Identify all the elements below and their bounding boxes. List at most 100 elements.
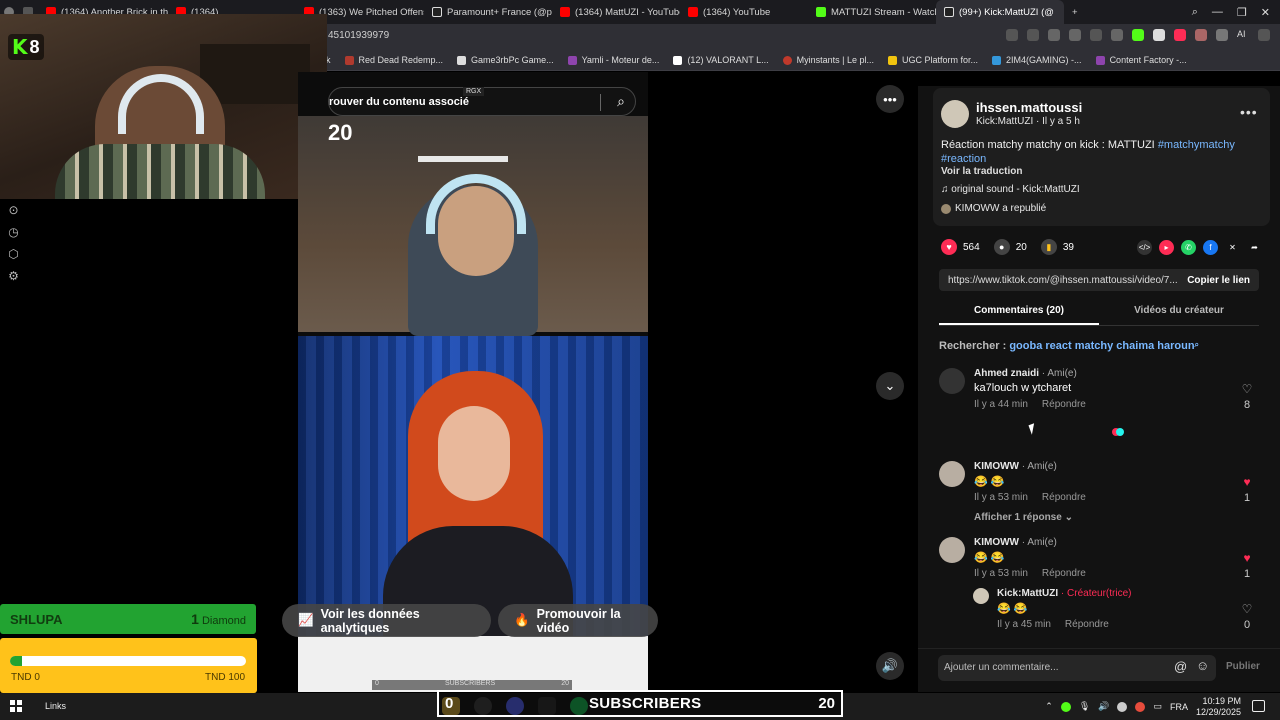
settings-icon[interactable]: ⚙ (7, 270, 20, 283)
ai-button[interactable]: AI (1237, 29, 1249, 41)
search-suggestion[interactable]: Rechercher : gooba react matchy chaima h… (939, 340, 1199, 352)
video-player[interactable]: 20 (298, 72, 648, 692)
new-tab-button[interactable]: + (1064, 0, 1084, 24)
commenter-name[interactable]: Kick:MattUZI · Créateur(trice) (997, 588, 1131, 599)
tab-7[interactable]: MATTUZI Stream - Watch (808, 0, 936, 24)
save-button[interactable]: ▮ 39 (1040, 239, 1074, 255)
url-text[interactable]: 45101939979 (328, 30, 389, 41)
commenter-name[interactable]: KIMOWW · Ami(e) (974, 461, 1057, 472)
play-circle-icon[interactable]: ⊙ (7, 204, 20, 217)
minimize-icon[interactable]: — (1212, 6, 1223, 18)
links-toolbar[interactable]: Links (45, 701, 66, 711)
mic-icon[interactable]: 🎙 (1079, 701, 1090, 712)
video-link[interactable]: https://www.tiktok.com/@ihssen.mattoussi… (948, 275, 1178, 286)
hashtag[interactable]: #matchymatchy (1158, 139, 1235, 151)
play-icon[interactable] (1090, 29, 1102, 41)
language-indicator[interactable]: FRA (1170, 702, 1188, 712)
related-search-text[interactable]: rouver du contenu associé (329, 96, 469, 108)
network-icon[interactable]: ▭ (1153, 701, 1162, 712)
whatsapp-icon[interactable]: ✆ (1181, 240, 1196, 255)
bookmark-item[interactable]: Content Factory -... (1095, 55, 1187, 65)
bookmark-item[interactable]: 2IM4(GAMING) -... (992, 55, 1082, 65)
promote-button[interactable]: 🔥 Promouvoir la vidéo (498, 604, 658, 637)
translate-icon[interactable] (1069, 29, 1081, 41)
close-icon[interactable]: ✕ (1261, 6, 1270, 19)
bookmark-item[interactable]: Myinstants | Le pl... (782, 55, 874, 65)
like-button[interactable]: ♥ 564 (941, 239, 980, 255)
commenter-avatar[interactable] (939, 368, 965, 394)
shield-icon[interactable] (1048, 29, 1060, 41)
comment-liked-icon[interactable]: ♥ (1239, 551, 1255, 565)
comment-like-icon[interactable]: ♡ (1239, 602, 1255, 616)
menu-icon[interactable] (1258, 29, 1270, 41)
copy-link-button[interactable]: Copier le lien (1187, 275, 1250, 286)
comment-button[interactable]: ● 20 (993, 239, 1027, 255)
bookmark-icon[interactable] (1006, 29, 1018, 41)
clock[interactable]: 10:19 PM 12/29/2025 (1196, 696, 1241, 718)
commenter-name[interactable]: Ahmed znaidi · Ami(e) (974, 368, 1077, 379)
volume-button[interactable]: 🔊 (876, 652, 904, 680)
search-icon[interactable]: ⌕ (1192, 6, 1198, 19)
download-icon[interactable] (1216, 29, 1228, 41)
author-username[interactable]: ihssen.mattoussi (976, 100, 1082, 115)
app-tray-icon[interactable] (1117, 701, 1128, 712)
sound-link[interactable]: ♫ original sound - Kick:MattUZI (941, 184, 1080, 195)
tab-5[interactable]: (1364) MattUZI - YouTube (552, 0, 680, 24)
extension-icon[interactable] (1153, 29, 1165, 41)
puzzle-icon[interactable]: ⬡ (7, 248, 20, 261)
author-avatar[interactable] (941, 100, 969, 128)
history-icon[interactable]: ◷ (7, 226, 20, 239)
heart-icon[interactable] (1111, 29, 1123, 41)
commenter-avatar[interactable] (939, 461, 965, 487)
emoji-icon[interactable]: ☺ (1196, 658, 1209, 673)
app-tray-icon[interactable] (1060, 701, 1071, 712)
mention-icon[interactable]: @ (1174, 659, 1187, 674)
maximize-icon[interactable]: ❐ (1237, 6, 1247, 19)
post-more-icon[interactable]: ••• (1240, 104, 1258, 120)
reply-button[interactable]: Répondre (1042, 492, 1086, 503)
tab-4[interactable]: Paramount+ France (@pa (424, 0, 552, 24)
facebook-icon[interactable]: f (1203, 240, 1218, 255)
commenter-avatar[interactable] (939, 537, 965, 563)
reply-button[interactable]: Répondre (1065, 619, 1109, 630)
profile-icon[interactable] (1195, 29, 1207, 41)
download-ext-icon[interactable] (1132, 29, 1144, 41)
goal-name: SHLUPA (10, 611, 63, 627)
screenshot-icon[interactable] (1027, 29, 1039, 41)
volume-icon[interactable]: 🔊 (1098, 701, 1109, 712)
commenter-name[interactable]: KIMOWW · Ami(e) (974, 537, 1057, 548)
recorder-icon[interactable] (1174, 29, 1186, 41)
bookmark-item[interactable]: Game3rbPc Game... (457, 55, 554, 65)
analytics-button[interactable]: 📈 Voir les données analytiques (282, 604, 491, 637)
bookmark-item[interactable]: Yamli - Moteur de... (567, 55, 659, 65)
app-tray-icon[interactable] (1135, 701, 1146, 712)
tab-creator-videos[interactable]: Vidéos du créateur (1099, 302, 1259, 325)
tab-active[interactable]: (99+) Kick:MattUZI (@✕ (936, 0, 1064, 24)
reply-button[interactable]: Répondre (1042, 568, 1086, 579)
drive-icon (992, 55, 1002, 65)
embed-icon[interactable]: </> (1137, 240, 1152, 255)
windows-start-icon[interactable] (10, 700, 22, 712)
translate-link[interactable]: Voir la traduction (941, 166, 1023, 177)
show-replies-button[interactable]: Afficher 1 réponse ⌄ (974, 512, 1073, 523)
chevron-up-icon[interactable]: ⌃ (1045, 701, 1053, 712)
next-video-button[interactable]: ⌄ (876, 372, 904, 400)
search-query[interactable]: gooba react matchy chaima haroun (1009, 340, 1194, 352)
commenter-avatar[interactable] (973, 588, 989, 604)
hashtag[interactable]: #reaction (941, 153, 986, 165)
comment-like-icon[interactable]: ♡ (1239, 382, 1255, 396)
bookmark-item[interactable]: (12) VALORANT L... (673, 55, 769, 65)
share-icon[interactable]: ➦ (1247, 240, 1262, 255)
bookmark-item[interactable]: UGC Platform for... (888, 55, 978, 65)
reply-button[interactable]: Répondre (1042, 399, 1086, 410)
search-icon[interactable]: ⌕ (617, 93, 625, 110)
bookmark-item[interactable]: Red Dead Redemp... (344, 55, 443, 65)
notification-icon[interactable] (1252, 700, 1265, 712)
publish-button[interactable]: Publier (1226, 661, 1260, 672)
send-icon[interactable]: ▸ (1159, 240, 1174, 255)
comment-liked-icon[interactable]: ♥ (1239, 475, 1255, 489)
more-options-button[interactable]: ••• (876, 85, 904, 113)
x-icon[interactable]: ✕ (1225, 240, 1240, 255)
tab-comments[interactable]: Commentaires (20) (939, 302, 1099, 325)
tab-6[interactable]: (1364) YouTube (680, 0, 808, 24)
